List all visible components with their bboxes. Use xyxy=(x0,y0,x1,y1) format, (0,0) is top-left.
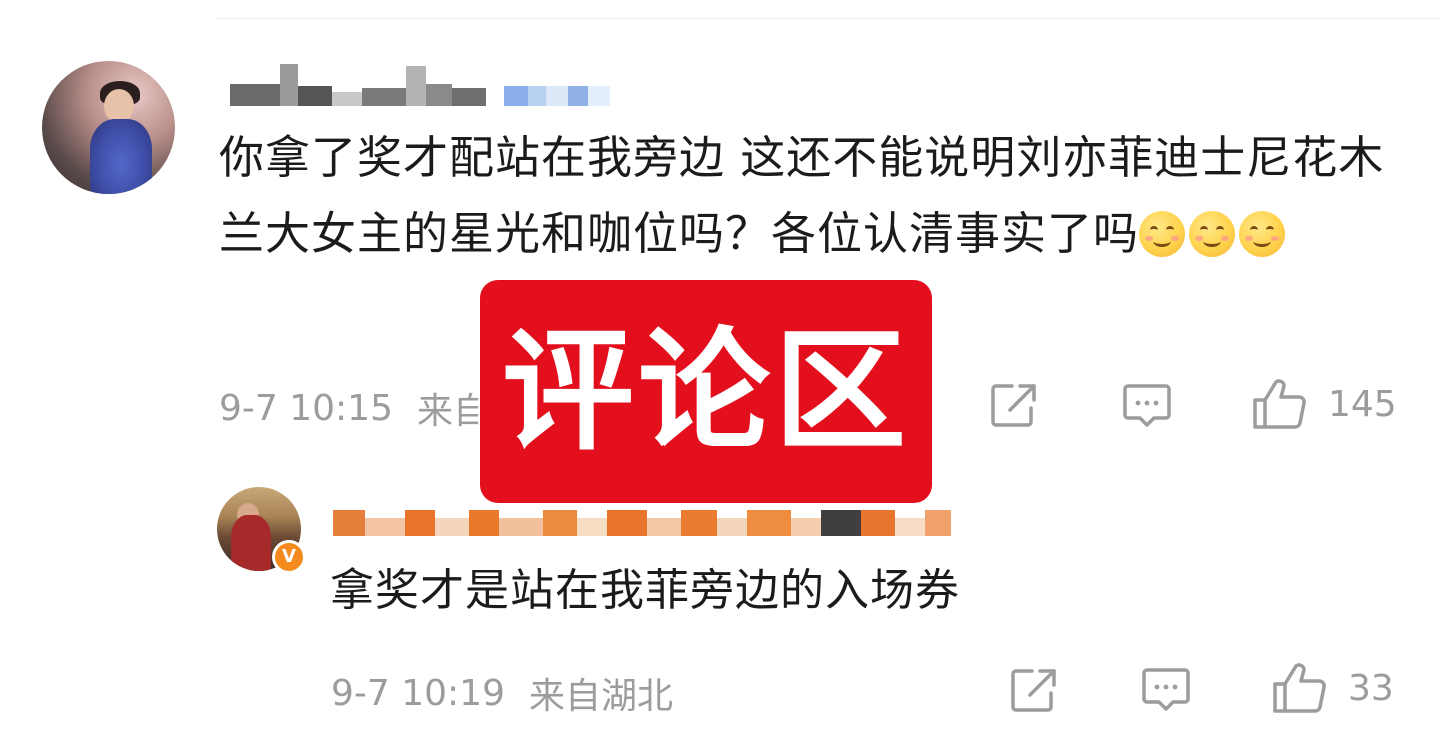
reply-share-button[interactable] xyxy=(1010,667,1058,713)
smile-emoji-icon xyxy=(1139,211,1186,257)
comment-time: 9-7 10:15 xyxy=(219,387,393,429)
smile-emoji-icon xyxy=(1239,211,1286,257)
reply-like-button[interactable]: 33 xyxy=(1272,662,1394,714)
reply-username-obscured[interactable] xyxy=(333,500,951,536)
share-button[interactable] xyxy=(990,382,1038,428)
stamp-label: 评论区 xyxy=(502,314,910,469)
comment-text: 你拿了奖才配站在我旁边 这还不能说明刘亦菲迪士尼花木兰大女主的星光和咖位吗？各位… xyxy=(219,120,1409,272)
reply-like-count: 33 xyxy=(1348,667,1394,709)
top-divider xyxy=(217,18,1440,19)
verified-badge: V xyxy=(272,540,306,574)
like-count: 145 xyxy=(1328,383,1397,425)
comment-icon xyxy=(1123,384,1171,427)
reply-time: 9-7 10:19 xyxy=(331,672,505,714)
share-icon xyxy=(991,384,1036,427)
comment-section-stamp: 评论区 xyxy=(480,280,932,503)
avatar-head xyxy=(104,89,134,123)
comment-button[interactable] xyxy=(1122,383,1172,429)
reply-avatar-figure xyxy=(231,515,271,571)
avatar-figure xyxy=(90,119,152,194)
thumbs-up-icon xyxy=(1253,379,1306,429)
username-obscured[interactable] xyxy=(230,62,610,106)
comment-icon xyxy=(1142,668,1190,711)
reply-comment-button[interactable] xyxy=(1141,667,1191,713)
thumbs-up-icon xyxy=(1273,663,1326,713)
avatar[interactable] xyxy=(42,61,175,194)
smile-emoji-icon xyxy=(1189,211,1236,257)
comment-location: 来自 xyxy=(417,391,490,432)
reply-meta: 9-7 10:19 来自湖北 xyxy=(331,667,673,719)
like-button[interactable]: 145 xyxy=(1252,378,1397,430)
reply-text: 拿奖才是站在我菲旁边的入场券 xyxy=(330,565,960,616)
comment-meta: 9-7 10:15 来自 xyxy=(219,382,489,434)
reply-location: 来自湖北 xyxy=(529,676,674,717)
share-icon xyxy=(1011,669,1056,712)
